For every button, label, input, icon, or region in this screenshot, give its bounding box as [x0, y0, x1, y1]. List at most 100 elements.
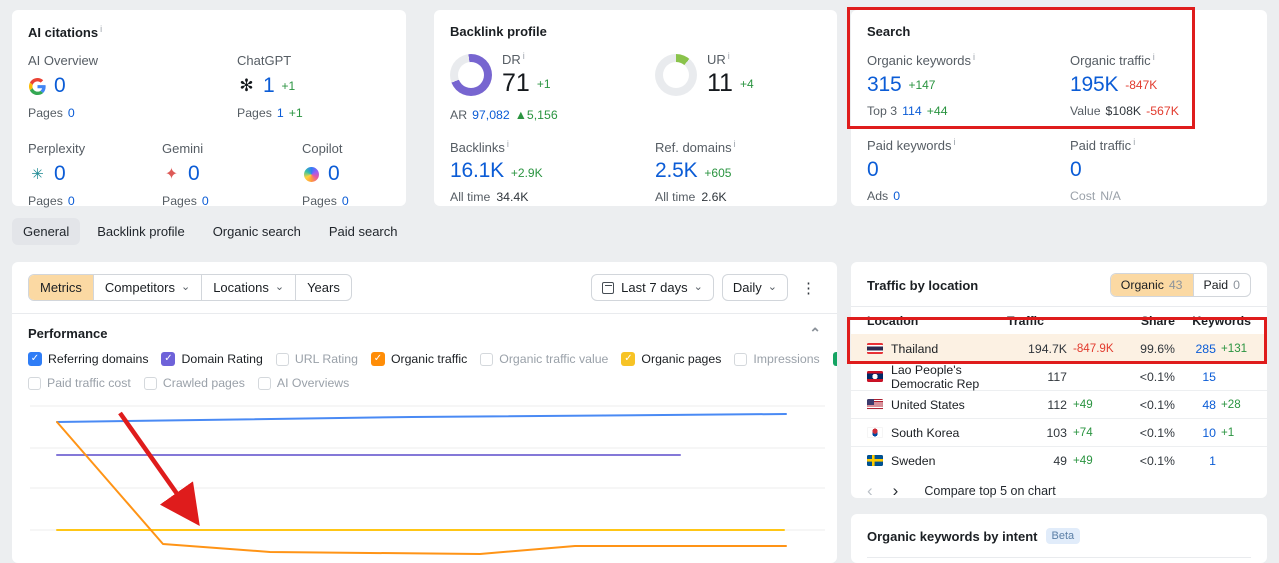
refdomains-value-link[interactable]: 2.5K: [655, 159, 698, 183]
performance-title: Performance: [28, 326, 108, 341]
traffic-delta: +49: [1073, 398, 1093, 411]
info-icon: i: [953, 137, 956, 147]
ur-value: 11 +4: [707, 69, 754, 97]
toggle-paid[interactable]: Paid 0: [1192, 274, 1250, 296]
overview-main-panel: Metrics Competitors ⌄ Locations ⌄ Years Last …: [12, 262, 837, 563]
performance-line-chart: [30, 405, 825, 555]
organic-keywords-delta: +147: [908, 78, 936, 92]
share-value: <0.1%: [1139, 425, 1175, 440]
ai-citations-count[interactable]: 0: [188, 162, 200, 186]
search-cell-paid-traffic: Paid traffic i 0 Cost N/A: [1070, 137, 1136, 203]
paid-keywords-value[interactable]: 0: [867, 158, 879, 182]
share-value: <0.1%: [1139, 453, 1175, 468]
calendar-icon: [602, 281, 615, 294]
tab-organic-search[interactable]: Organic search: [202, 218, 312, 245]
checkbox-impressions[interactable]: Impressions: [734, 352, 820, 366]
tab-backlink-profile[interactable]: Backlink profile: [86, 218, 195, 245]
traffic-title: Traffic by location: [867, 277, 979, 293]
ai-card-gemini: Gemini ✦ 0 Pages 0: [162, 141, 302, 208]
checkbox-organic-pages[interactable]: ✓ Organic pages: [621, 352, 721, 366]
backlinks-value-link[interactable]: 16.1K: [450, 159, 504, 183]
ai-card-label: AI Overview: [28, 53, 99, 68]
ai-citations-count[interactable]: 0: [328, 162, 340, 186]
dr-delta: +1: [536, 76, 551, 91]
ai-pages-row: Pages 0: [28, 106, 75, 120]
ahrefs-rank: AR 97,082 ▲5,156: [450, 108, 558, 122]
filter-metrics[interactable]: Metrics: [29, 275, 93, 300]
keywords-delta: +131: [1221, 342, 1248, 355]
checkbox-label: Organic traffic: [390, 352, 468, 366]
checkbox-organic-traffic[interactable]: ✓ Organic traffic: [370, 352, 468, 366]
keywords-link[interactable]: 10: [1175, 426, 1216, 440]
date-range-button[interactable]: Last 7 days ⌄: [591, 274, 714, 301]
ai-pages-count[interactable]: 0: [202, 194, 209, 208]
organic-paid-toggle: Organic 43 Paid 0: [1109, 273, 1251, 297]
keywords-by-intent-panel: Organic keywords by intent Beta: [851, 514, 1267, 563]
next-page-icon[interactable]: ›: [893, 482, 899, 499]
report-tabs: General Backlink profile Organic search Pai…: [12, 218, 409, 245]
chatgpt-icon: ✻: [239, 76, 254, 95]
tab-paid-search[interactable]: Paid search: [318, 218, 409, 245]
series-line-referring-domains: [56, 413, 787, 423]
intent-title: Organic keywords by intent: [867, 528, 1038, 544]
location-name: Thailand: [891, 341, 939, 356]
ref-domains-cell: Ref. domains i 2.5K +605 All time 2.6K: [655, 139, 736, 204]
ai-citations-count[interactable]: 1: [263, 74, 275, 98]
perplexity-icon: ✳: [31, 166, 44, 183]
organic-keywords-value[interactable]: 315: [867, 73, 902, 97]
ai-pages-count[interactable]: 1: [277, 106, 284, 120]
info-icon: i: [506, 139, 509, 149]
filter-competitors[interactable]: Competitors ⌄: [92, 275, 201, 300]
ai-pages-count[interactable]: 0: [342, 194, 349, 208]
copilot-icon: [302, 165, 321, 184]
ai-cards-row-1: AI Overview 0 Pages 0 ChatGPT ✻ 1 +1 Pages 1 +1: [12, 40, 406, 120]
chevron-down-icon: ⌄: [767, 281, 777, 293]
checkbox-domain-rating[interactable]: ✓ Domain Rating: [161, 352, 263, 366]
prev-page-icon[interactable]: ‹: [867, 482, 873, 499]
granularity-button[interactable]: Daily ⌄: [721, 274, 788, 301]
checkbox-url-rating[interactable]: URL Rating: [275, 352, 358, 366]
checkbox-paid-traffic[interactable]: ✓Paid traffic: [832, 352, 837, 366]
keywords-delta: +1: [1221, 426, 1235, 439]
backlink-profile-title: Backlink profile: [450, 24, 547, 39]
ai-pages-row: Pages 0: [162, 194, 209, 208]
ai-card-label: Gemini: [162, 141, 204, 156]
tab-general[interactable]: General: [12, 218, 81, 245]
backlinks-cell: Backlinks i 16.1K +2.9K All time 34.4K: [450, 139, 543, 204]
location-name: Sweden: [891, 453, 936, 468]
us-flag-icon: [867, 399, 883, 410]
ar-value-link[interactable]: 97,082: [472, 108, 510, 122]
ai-citations-count[interactable]: 0: [54, 74, 66, 98]
toggle-organic[interactable]: Organic 43: [1110, 274, 1193, 296]
ai-card-label: Perplexity: [28, 141, 86, 156]
compare-top5-link[interactable]: Compare top 5 on chart: [924, 484, 1055, 498]
filter-segmented-control: Metrics Competitors ⌄ Locations ⌄ Years: [28, 274, 352, 301]
paid-traffic-value[interactable]: 0: [1070, 158, 1082, 182]
organic-traffic-delta: -847K: [1125, 78, 1158, 92]
checkbox-organic-traffic-value[interactable]: Organic traffic value: [480, 352, 608, 366]
keywords-link[interactable]: 285: [1175, 342, 1216, 356]
filter-years[interactable]: Years: [295, 275, 351, 300]
ur-delta: +4: [739, 76, 754, 91]
collapse-chevron-up-icon[interactable]: ⌃: [809, 325, 821, 342]
ai-citations-count[interactable]: 0: [54, 162, 66, 186]
dr-value: 71 +1: [502, 69, 551, 97]
ai-card-perplexity: Perplexity ✳ 0 Pages 0: [28, 141, 162, 208]
keywords-link[interactable]: 15: [1175, 370, 1216, 384]
info-icon: i: [733, 139, 736, 149]
organic-traffic-value[interactable]: 195K: [1070, 73, 1118, 97]
chevron-down-icon: ⌄: [693, 281, 703, 293]
ai-pages-count[interactable]: 0: [68, 106, 75, 120]
backlink-profile-panel: Backlink profile DR i 71 +1 AR 97,082 ▲5,1…: [434, 10, 837, 206]
checkbox-label: Organic traffic value: [499, 352, 609, 366]
keywords-link[interactable]: 48: [1175, 398, 1216, 412]
keywords-delta: +28: [1221, 398, 1241, 411]
dr-label: DR i: [502, 51, 525, 67]
filter-locations[interactable]: Locations ⌄: [201, 275, 295, 300]
checkbox-referring-domains[interactable]: ✓ Referring domains: [28, 352, 148, 366]
ai-pages-count[interactable]: 0: [68, 194, 75, 208]
search-cell-organic-keywords: Organic keywords i 315 +147 Top 3 114 +44: [867, 52, 976, 118]
kebab-menu-icon[interactable]: ⋮: [796, 279, 821, 297]
keywords-link[interactable]: 1: [1175, 454, 1216, 468]
dr-donut-chart: [450, 53, 492, 96]
